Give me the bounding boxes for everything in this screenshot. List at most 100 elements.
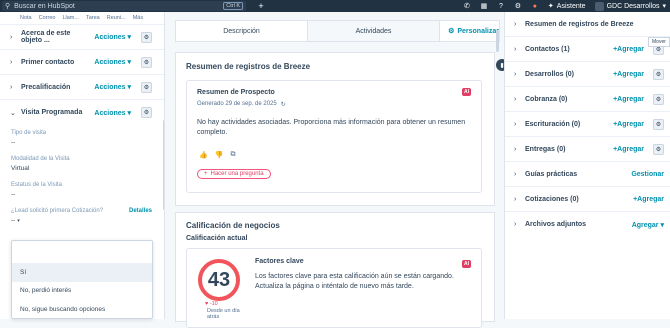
add-button[interactable]: +Agregar xyxy=(613,46,644,53)
property-label: Tipo de visita xyxy=(11,130,47,136)
dropdown-search-input[interactable] xyxy=(12,241,152,263)
property-visit-type[interactable]: Tipo de visita -- xyxy=(0,130,164,146)
ask-question-button[interactable]: + Hacer una pregunta xyxy=(197,169,271,179)
assistant-label: Asistente xyxy=(556,2,586,10)
summary-body: No hay actividades asociadas. Proporcion… xyxy=(197,119,466,136)
quick-action-email[interactable]: Correo xyxy=(39,15,56,21)
right-sidebar: › Resumen de registros de Breeze › Conta… xyxy=(504,12,670,319)
center-scrollbar[interactable] xyxy=(496,30,499,52)
right-card-contacts[interactable]: › Contactos (1) +Agregar ⚙ xyxy=(505,37,670,62)
dropdown-option-lost-interest[interactable]: No, perdió interés xyxy=(12,282,152,301)
thumbs-up-icon[interactable]: 👍 xyxy=(199,151,208,159)
section-scheduled-visit[interactable]: ⌄ Visita Programada Acciones ▾ ⚙ xyxy=(0,100,164,125)
ai-badge: AI xyxy=(462,88,471,96)
feedback-icons: 👍 👎 ⧉ xyxy=(199,151,235,159)
refresh-icon[interactable]: ↻ xyxy=(281,101,286,108)
gear-icon[interactable]: ⚙ xyxy=(653,93,664,105)
add-button[interactable]: +Agregar xyxy=(613,96,644,103)
add-button[interactable]: +Agregar xyxy=(613,146,644,153)
quote-question-value[interactable]: -- ▾ xyxy=(0,217,164,224)
property-value[interactable]: Virtual xyxy=(11,165,164,172)
prospect-summary-box: Resumen de Prospecto AI Generado 29 de s… xyxy=(186,80,482,193)
notifications-bell-icon[interactable]: ● xyxy=(531,2,539,10)
settings-gear-icon[interactable]: ⚙ xyxy=(514,2,522,10)
gear-icon[interactable]: ⚙ xyxy=(653,143,664,155)
generated-date: Generado 29 de sep. de 2025 xyxy=(197,101,277,107)
actions-dropdown[interactable]: Acciones ▾ xyxy=(94,58,131,66)
right-card-title: Archivos adjuntos xyxy=(525,221,587,228)
score-delta: ♥ -10 xyxy=(205,301,218,307)
quick-action-more[interactable]: Más xyxy=(133,15,143,21)
right-card-collections[interactable]: › Cobranza (0) +Agregar ⚙ xyxy=(505,87,670,112)
phone-icon[interactable]: ✆ xyxy=(463,2,471,10)
property-visit-status[interactable]: Estatus de la Visita -- xyxy=(0,182,164,198)
section-about[interactable]: › Acerca de este objeto ... Acciones ▾ ⚙ xyxy=(0,25,164,50)
right-card-breeze-summary[interactable]: › Resumen de registros de Breeze xyxy=(505,12,670,37)
right-card-developments[interactable]: › Desarrollos (0) +Agregar ⚙ xyxy=(505,62,670,87)
plus-icon: + xyxy=(204,171,208,177)
chevron-right-icon: › xyxy=(10,58,13,66)
section-prequalification[interactable]: › Precalificación Acciones ▾ ⚙ xyxy=(0,75,164,100)
gear-icon[interactable]: ⚙ xyxy=(141,107,152,118)
gear-icon[interactable]: ⚙ xyxy=(653,68,664,80)
right-card-deliveries[interactable]: › Entregas (0) +Agregar ⚙ xyxy=(505,137,670,162)
right-card-title: Resumen de registros de Breeze xyxy=(525,20,634,28)
top-nav-bar: ⚲ Buscar en HubSpot Ctrl K + ✆ ▦ ? ⚙ ● ✦… xyxy=(0,0,670,12)
right-card-playbooks[interactable]: › Guías prácticas Gestionar xyxy=(505,162,670,187)
section-title: Visita Programada xyxy=(21,109,83,116)
actions-dropdown[interactable]: Acciones ▾ xyxy=(94,33,131,41)
right-card-deeds[interactable]: › Escrituración (0) +Agregar ⚙ xyxy=(505,112,670,137)
key-factors-body: Los factores clave para esta calificació… xyxy=(255,273,454,290)
chevron-right-icon: › xyxy=(514,221,517,228)
quick-action-task[interactable]: Tarea xyxy=(86,15,100,21)
right-card-title: Escrituración (0) xyxy=(525,120,581,128)
dropdown-option-yes[interactable]: Sí xyxy=(12,263,152,282)
add-dropdown-button[interactable]: Agregar ▾ xyxy=(632,221,664,229)
search-icon: ⚲ xyxy=(5,3,11,10)
select-dropdown: Sí No, perdió interés No, sigue buscando… xyxy=(11,240,153,319)
tab-customize-label: Personalizar xyxy=(457,27,499,35)
tab-description[interactable]: Descripción xyxy=(176,21,309,41)
right-card-quotes[interactable]: › Cotizaciones (0) +Agregar xyxy=(505,187,670,212)
assistant-button[interactable]: ✦ Asistente xyxy=(548,2,586,11)
add-button[interactable]: +Agregar xyxy=(633,196,664,203)
add-button[interactable]: +Agregar xyxy=(613,121,644,128)
quick-action-meeting[interactable]: Reuni... xyxy=(107,15,126,21)
right-card-title: Desarrollos (0) xyxy=(525,70,575,78)
quick-action-call[interactable]: Llam... xyxy=(62,15,79,21)
ai-badge: AI xyxy=(462,260,471,268)
left-scrollbar[interactable] xyxy=(163,120,164,210)
gear-icon: ⚙ xyxy=(448,28,455,35)
details-link[interactable]: Detalles xyxy=(129,208,152,214)
create-plus-icon[interactable]: + xyxy=(256,1,266,11)
gear-icon[interactable]: ⚙ xyxy=(141,81,152,93)
help-icon[interactable]: ? xyxy=(497,2,505,10)
thumbs-down-icon[interactable]: 👎 xyxy=(215,151,224,159)
copy-icon[interactable]: ⧉ xyxy=(230,151,235,159)
section-first-contact[interactable]: › Primer contacto Acciones ▾ ⚙ xyxy=(0,50,164,75)
gear-icon[interactable]: ⚙ xyxy=(653,118,664,130)
add-button[interactable]: +Agregar xyxy=(613,71,644,78)
summary-title: Resumen de Prospecto xyxy=(197,89,275,96)
property-visit-mode[interactable]: Modalidad de la Visita Virtual xyxy=(0,156,164,172)
property-value[interactable]: -- xyxy=(11,139,164,146)
right-card-attachments[interactable]: › Archivos adjuntos Agregar ▾ xyxy=(505,212,670,237)
property-value[interactable]: -- xyxy=(11,191,164,198)
marketplace-icon[interactable]: ▦ xyxy=(480,2,488,10)
quick-action-note[interactable]: Nota xyxy=(20,15,32,21)
chevron-right-icon: › xyxy=(514,70,517,78)
search-placeholder: Buscar en HubSpot xyxy=(14,2,75,10)
gear-icon[interactable]: ⚙ xyxy=(141,56,152,68)
manage-button[interactable]: Gestionar xyxy=(631,171,664,178)
search-shortcut: Ctrl K xyxy=(223,2,243,10)
global-search[interactable]: ⚲ Buscar en HubSpot Ctrl K xyxy=(2,1,246,11)
tab-activities[interactable]: Actividades xyxy=(308,21,441,41)
dropdown-option-still-looking[interactable]: No, sigue buscando opciones xyxy=(12,300,152,319)
actions-dropdown[interactable]: Acciones ▾ xyxy=(94,109,131,117)
chevron-right-icon: › xyxy=(10,33,13,41)
gear-icon[interactable]: ⚙ xyxy=(141,31,152,43)
record-tabs: Descripción Actividades ⚙ Personalizar xyxy=(175,20,500,42)
account-menu[interactable]: GDC Desarrollos ▾ xyxy=(594,1,666,11)
tab-customize[interactable]: ⚙ Personalizar xyxy=(440,21,499,41)
actions-dropdown[interactable]: Acciones ▾ xyxy=(94,83,131,91)
